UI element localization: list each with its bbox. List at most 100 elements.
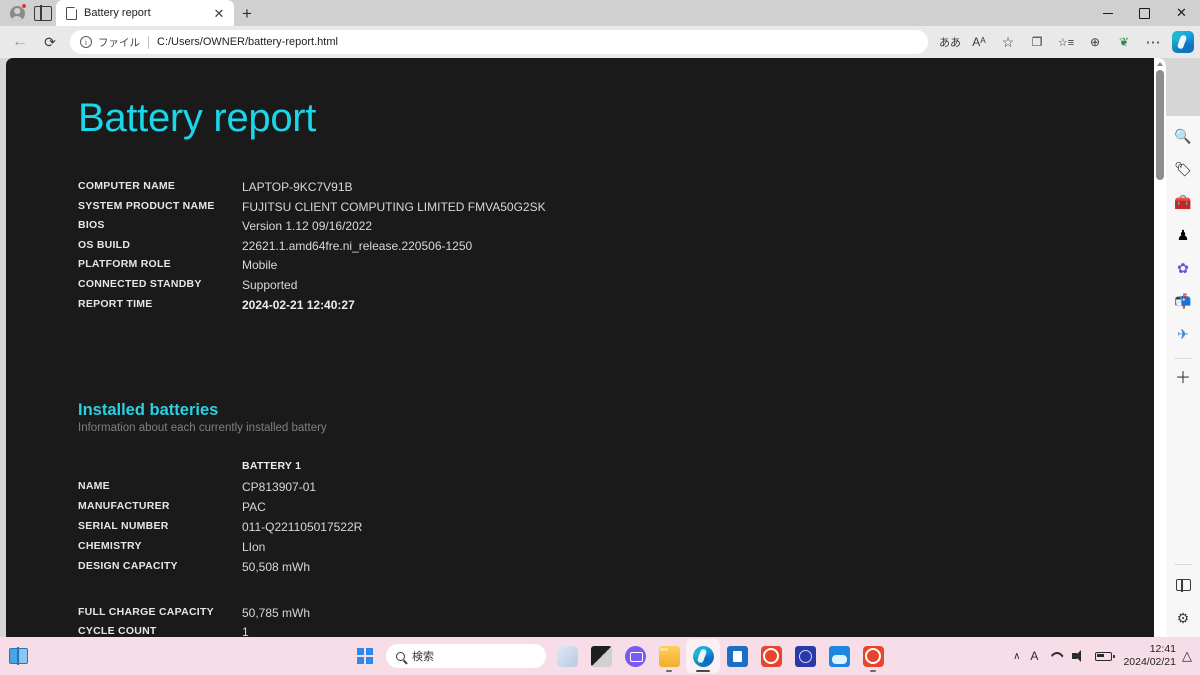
tools-briefcase-icon[interactable]: 🧰 xyxy=(1169,188,1197,216)
notification-bell-icon[interactable]: △ xyxy=(1182,648,1194,664)
favorite-star-icon[interactable]: ☆ xyxy=(994,29,1022,55)
site-info-icon[interactable]: i xyxy=(80,36,92,48)
taskbar-edge-icon[interactable] xyxy=(686,639,720,673)
page-content-shell: Battery report COMPUTER NAME LAPTOP-9KC7… xyxy=(6,58,1166,637)
collections-icon[interactable]: ❐ xyxy=(1023,29,1051,55)
table-header-row: BATTERY 1 xyxy=(78,460,362,480)
row-key: DESIGN CAPACITY xyxy=(78,559,178,572)
search-icon[interactable]: 🔍 xyxy=(1169,122,1197,150)
settings-more-icon[interactable]: ⋯ xyxy=(1139,29,1167,55)
row-value: FUJITSU CLIENT COMPUTING LIMITED FMVA50G… xyxy=(242,199,546,214)
minimize-button[interactable] xyxy=(1089,0,1126,26)
send-plane-icon[interactable]: ✈ xyxy=(1169,320,1197,348)
tab-strip-left-icons xyxy=(0,0,56,26)
scrollbar-thumb[interactable] xyxy=(1156,70,1164,180)
tab-actions-icon[interactable] xyxy=(34,4,52,22)
navigation-bar: ← ⟳ i ファイル C:/Users/OWNER/battery-report… xyxy=(0,26,1200,58)
row-value: 22621.1.amd64fre.ni_release.220506-1250 xyxy=(242,238,473,253)
row-value: 2024-02-21 12:40:27 xyxy=(242,297,355,312)
row-value: 1 xyxy=(242,625,249,637)
tab-battery-report[interactable]: Battery report ✕ xyxy=(56,0,234,26)
microsoft-365-icon[interactable]: ✿ xyxy=(1169,254,1197,282)
row-key: CYCLE COUNT xyxy=(78,625,157,637)
row-key: MANUFACTURER xyxy=(78,499,170,512)
maximize-button[interactable] xyxy=(1126,0,1163,26)
installed-batteries-table: BATTERY 1 NAME CP813907-01 MANUFACTURER … xyxy=(78,460,362,637)
search-input[interactable]: 検索 xyxy=(386,644,546,668)
column-header-battery-1: BATTERY 1 xyxy=(242,460,302,473)
sidebar-divider xyxy=(1174,358,1192,359)
row-key: SERIAL NUMBER xyxy=(78,519,169,532)
row-value: 50,785 mWh xyxy=(242,605,311,620)
taskbar-microsoft-store-icon[interactable] xyxy=(720,639,754,673)
windows-start-icon[interactable] xyxy=(348,639,382,673)
clock[interactable]: 12:41 2024/02/21 xyxy=(1117,643,1182,669)
tab-strip: Battery report ✕ + ✕ xyxy=(0,0,1200,26)
taskbar-chat-icon[interactable] xyxy=(618,639,652,673)
row-key: FULL CHARGE CAPACITY xyxy=(78,605,214,618)
close-window-button[interactable]: ✕ xyxy=(1163,0,1200,26)
avatar-notification-dot xyxy=(21,3,27,9)
taskbar-orange-app2-icon[interactable] xyxy=(856,639,890,673)
table-row: CYCLE COUNT 1 xyxy=(78,625,362,637)
outlook-icon[interactable]: 📬 xyxy=(1169,287,1197,315)
table-row: SERIAL NUMBER 011-Q221105017522R xyxy=(78,520,362,540)
wifi-icon[interactable] xyxy=(1043,639,1067,673)
reload-icon[interactable]: ⟳ xyxy=(36,29,64,55)
section-title-installed-batteries: Installed batteries xyxy=(78,401,219,420)
extensions-icon[interactable]: ❦ xyxy=(1110,29,1138,55)
row-key: CHEMISTRY xyxy=(78,539,142,552)
scroll-up-arrow-icon[interactable] xyxy=(1157,62,1163,66)
new-tab-button[interactable]: + xyxy=(234,0,260,26)
taskbar-photos-icon[interactable] xyxy=(822,639,856,673)
search-placeholder: 検索 xyxy=(412,651,434,663)
address-bar[interactable]: i ファイル C:/Users/OWNER/battery-report.htm… xyxy=(70,30,928,54)
table-row: MANUFACTURER PAC xyxy=(78,500,362,520)
clock-time: 12:41 xyxy=(1149,642,1176,655)
taskbar-orange-app-icon[interactable] xyxy=(754,639,788,673)
close-icon[interactable]: ✕ xyxy=(210,4,228,22)
row-value: Mobile xyxy=(242,258,278,273)
taskbar-blue-app-icon[interactable] xyxy=(788,639,822,673)
table-row: COMPUTER NAME LAPTOP-9KC7V91B xyxy=(78,180,546,200)
page-icon xyxy=(66,6,78,20)
sidebar-settings-icon[interactable]: ⚙ xyxy=(1169,604,1197,632)
table-row: OS BUILD 22621.1.amd64fre.ni_release.220… xyxy=(78,239,546,259)
row-value: 50,508 mWh xyxy=(242,559,311,574)
tab-title: Battery report xyxy=(84,7,151,19)
games-icon[interactable]: ♟ xyxy=(1169,221,1197,249)
taskbar-task-view-icon[interactable] xyxy=(584,639,618,673)
row-value: 011-Q221105017522R xyxy=(242,519,363,534)
taskbar-center: 検索 xyxy=(348,639,890,673)
battery-icon[interactable] xyxy=(1090,639,1117,673)
shopping-tag-icon[interactable]: 🏷 xyxy=(1169,155,1197,183)
back-icon[interactable]: ← xyxy=(6,29,34,55)
tray-chevron-up-icon[interactable]: ∧ xyxy=(1008,639,1025,673)
row-value: PAC xyxy=(242,499,266,514)
search-icon xyxy=(396,651,405,661)
volume-icon[interactable] xyxy=(1067,639,1090,673)
table-spacer-row xyxy=(78,580,362,606)
read-aloud-icon[interactable]: ああ xyxy=(936,29,964,55)
browser-window: Battery report ✕ + ✕ ← ⟳ i ファイル C:/Users… xyxy=(0,0,1200,637)
widgets-icon[interactable] xyxy=(8,648,28,664)
taskbar-file-explorer-icon[interactable] xyxy=(652,639,686,673)
clock-date: 2024/02/21 xyxy=(1123,656,1176,668)
table-row: CHEMISTRY LIon xyxy=(78,540,362,560)
profile-avatar[interactable] xyxy=(6,2,28,24)
taskbar-copilot-icon[interactable] xyxy=(550,639,584,673)
section-subtitle: Information about each currently install… xyxy=(78,422,327,435)
toolbar-right: ああ Aᴬ ☆ ❐ ☆≡ ⊕ ❦ ⋯ xyxy=(936,29,1194,55)
browser-essentials-icon[interactable]: ⊕ xyxy=(1081,29,1109,55)
immersive-reader-icon[interactable]: Aᴬ xyxy=(965,29,993,55)
favorites-list-icon[interactable]: ☆≡ xyxy=(1052,29,1080,55)
ime-indicator[interactable]: A xyxy=(1025,639,1043,673)
taskbar-left xyxy=(0,648,36,664)
page-scrollbar[interactable] xyxy=(1154,58,1166,637)
split-screen-icon[interactable] xyxy=(1169,571,1197,599)
add-sidebar-app-icon[interactable]: ＋ xyxy=(1169,365,1197,393)
table-row: BIOS Version 1.12 09/16/2022 xyxy=(78,219,546,239)
table-row: REPORT TIME 2024-02-21 12:40:27 xyxy=(78,298,546,318)
row-value: LAPTOP-9KC7V91B xyxy=(242,180,353,194)
copilot-icon[interactable] xyxy=(1172,31,1194,53)
